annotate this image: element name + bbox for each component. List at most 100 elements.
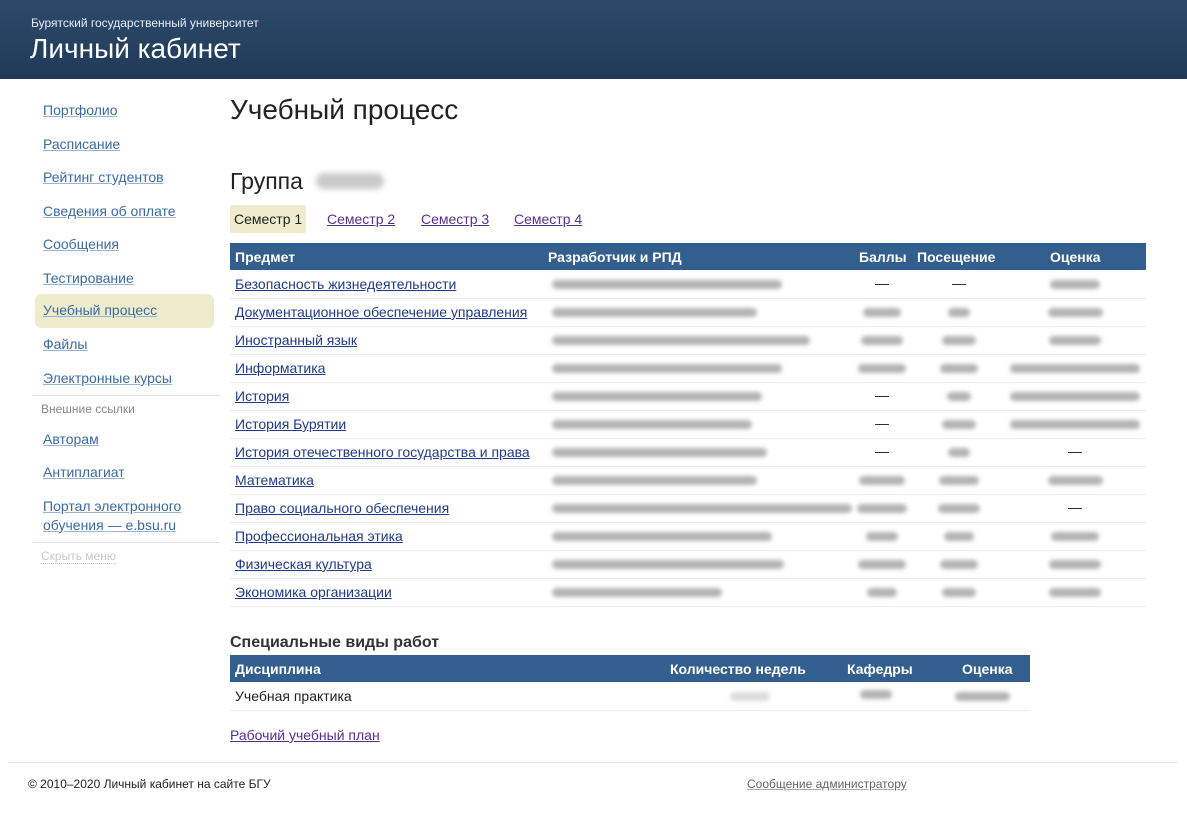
tab-label: Семестр 3	[421, 211, 490, 227]
attendance-dash: —	[952, 275, 966, 291]
grade-redacted	[1051, 532, 1099, 541]
points-redacted	[859, 476, 905, 485]
sidebar-item-e-learning-portal[interactable]: Портал электронного обучения — e.bsu.ru	[43, 497, 213, 535]
sidebar-item-messages[interactable]: Сообщения	[35, 228, 214, 262]
sidebar-item-label[interactable]: Рейтинг студентов	[43, 169, 164, 185]
table-row: Безопасность жизнедеятельности — —	[230, 270, 1146, 299]
subject-link[interactable]: История отечественного государства и пра…	[235, 444, 530, 460]
column-header-weeks: Количество недель	[670, 661, 806, 677]
column-header-subject: Предмет	[235, 249, 296, 265]
column-header-grade: Оценка	[1050, 249, 1101, 265]
table-row: Информатика	[230, 354, 1146, 383]
developer-redacted	[552, 532, 772, 541]
sidebar-item-schedule[interactable]: Расписание	[35, 128, 214, 162]
group-title: Группа	[230, 168, 303, 194]
sidebar-item-label[interactable]: Учебный процесс	[43, 302, 157, 318]
sidebar-item-label[interactable]: Сообщения	[43, 236, 119, 252]
grade-redacted	[1049, 588, 1101, 597]
sidebar-item-label[interactable]: Электронные курсы	[43, 370, 172, 386]
attendance-redacted	[947, 392, 971, 401]
sidebar-item-label[interactable]: Файлы	[43, 336, 87, 352]
special-works-title: Специальные виды работ	[230, 634, 440, 651]
admin-message-link[interactable]: Сообщение администратору	[747, 777, 907, 791]
external-links-heading: Внешние ссылки	[41, 402, 135, 416]
sidebar-item-label[interactable]: Портфолио	[43, 102, 118, 118]
sidebar-item-label[interactable]: Портал электронного обучения — e.bsu.ru	[43, 498, 181, 533]
table-row: Иностранный язык	[230, 326, 1146, 355]
sidebar-item-label[interactable]: Антиплагиат	[43, 464, 125, 480]
attendance-redacted	[948, 448, 970, 457]
table-row: История Бурятии —	[230, 410, 1146, 439]
discipline-name: Учебная практика	[235, 688, 352, 704]
sidebar-item-study-process[interactable]: Учебный процесс	[35, 294, 214, 328]
points-dash: —	[875, 443, 889, 459]
attendance-redacted	[938, 504, 980, 513]
points-redacted	[866, 532, 898, 541]
attendance-redacted	[942, 336, 976, 345]
points-redacted	[861, 336, 903, 345]
sidebar-divider	[32, 395, 220, 396]
sidebar-item-antiplagiarism[interactable]: Антиплагиат	[35, 456, 214, 490]
tab-label: Семестр 1	[234, 211, 303, 227]
subject-link[interactable]: Безопасность жизнедеятельности	[235, 276, 456, 292]
sidebar-item-payments[interactable]: Сведения об оплате	[35, 195, 214, 229]
grade-redacted	[1050, 280, 1100, 289]
subject-link[interactable]: Право социального обеспечения	[235, 500, 449, 516]
tab-semester-2[interactable]: Семестр 2	[327, 205, 395, 233]
tab-semester-3[interactable]: Семестр 3	[421, 205, 489, 233]
grade-redacted	[1047, 476, 1103, 485]
developer-redacted	[552, 588, 722, 597]
grade-redacted	[1010, 392, 1140, 401]
sidebar-item-authors[interactable]: Авторам	[35, 423, 214, 457]
grade-dash: —	[1068, 499, 1082, 515]
sidebar-item-label[interactable]: Тестирование	[43, 270, 134, 286]
attendance-redacted	[940, 560, 978, 569]
subject-link[interactable]: Экономика организации	[235, 584, 392, 600]
subject-link[interactable]: Физическая культура	[235, 556, 372, 572]
grade-redacted	[1010, 364, 1140, 373]
subject-link[interactable]: Документационное обеспечение управления	[235, 304, 527, 320]
table-row: Экономика организации	[230, 578, 1146, 607]
table-row: Физическая культура	[230, 550, 1146, 579]
attendance-redacted	[948, 308, 970, 317]
sidebar-item-rating[interactable]: Рейтинг студентов	[35, 161, 214, 195]
sidebar-item-label[interactable]: Авторам	[43, 431, 99, 447]
study-plan-link[interactable]: Рабочий учебный план	[230, 727, 380, 743]
developer-redacted	[552, 336, 810, 345]
points-dash: —	[875, 275, 889, 291]
sidebar-item-testing[interactable]: Тестирование	[35, 262, 214, 296]
hide-menu-link[interactable]: Скрыть меню	[41, 549, 116, 564]
table-row: Документационное обеспечение управления	[230, 298, 1146, 327]
developer-redacted	[552, 364, 782, 373]
subject-link[interactable]: Информатика	[235, 360, 325, 376]
sidebar-item-label[interactable]: Сведения об оплате	[43, 203, 176, 219]
subject-link[interactable]: История	[235, 388, 289, 404]
subject-link[interactable]: Математика	[235, 472, 314, 488]
sidebar-item-label[interactable]: Расписание	[43, 136, 120, 152]
subject-link[interactable]: История Бурятии	[235, 416, 346, 432]
column-header-points: Баллы	[859, 249, 907, 265]
grade-redacted	[955, 692, 1010, 701]
table-header: Дисциплина Количество недель Кафедры Оце…	[230, 655, 1030, 682]
table-row: Профессиональная этика	[230, 522, 1146, 551]
grade-redacted	[1049, 560, 1101, 569]
tab-semester-1[interactable]: Семестр 1	[230, 205, 307, 233]
subject-link[interactable]: Профессиональная этика	[235, 528, 403, 544]
attendance-redacted	[939, 476, 979, 485]
attendance-redacted	[940, 364, 978, 373]
grade-dash: —	[1068, 443, 1082, 459]
developer-redacted	[552, 560, 784, 569]
grade-redacted	[1010, 420, 1140, 429]
tab-semester-4[interactable]: Семестр 4	[514, 205, 582, 233]
table-row: История —	[230, 382, 1146, 411]
points-redacted	[867, 588, 897, 597]
sidebar-item-files[interactable]: Файлы	[35, 328, 214, 362]
developer-redacted	[552, 448, 767, 457]
sidebar-item-e-courses[interactable]: Электронные курсы	[35, 362, 214, 396]
sidebar-item-portfolio[interactable]: Портфолио	[35, 94, 214, 128]
points-redacted	[863, 308, 901, 317]
subject-link[interactable]: Иностранный язык	[235, 332, 357, 348]
sidebar-divider	[32, 542, 220, 543]
developer-redacted	[552, 476, 757, 485]
column-header-discipline: Дисциплина	[235, 661, 321, 677]
